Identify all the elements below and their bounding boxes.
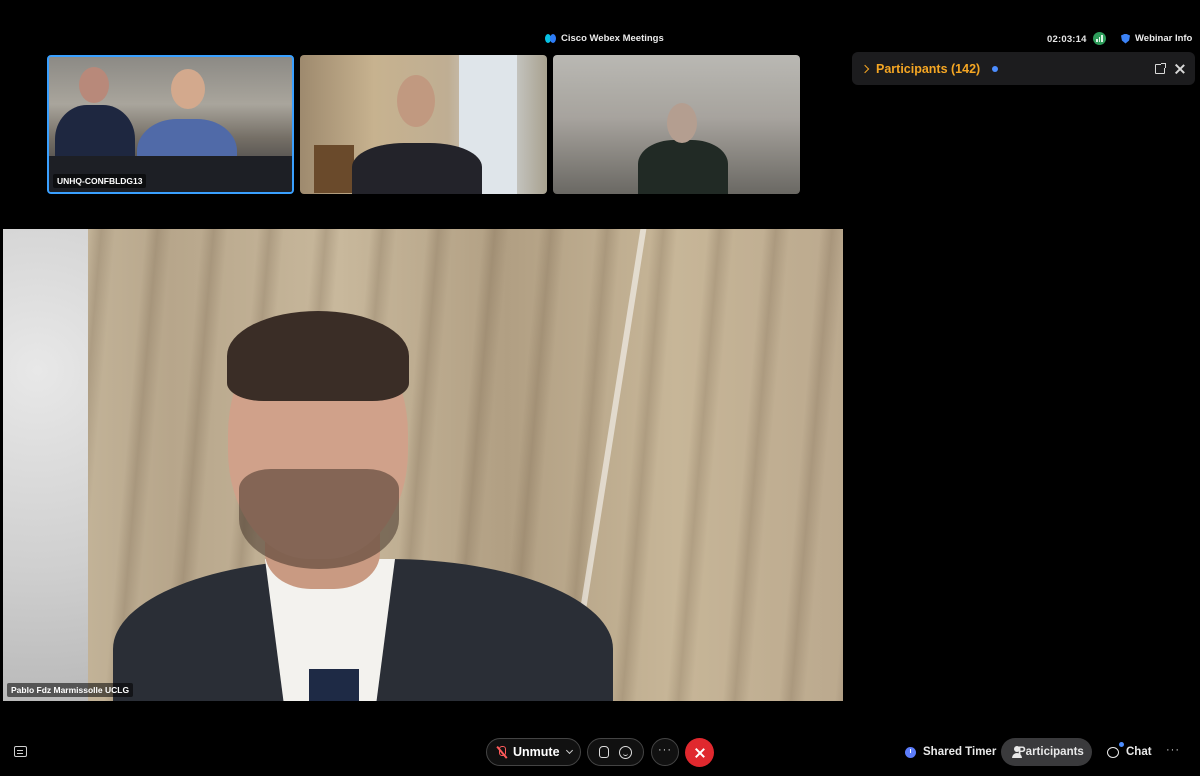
participants-panel-header: Participants (142) <box>852 52 1195 85</box>
network-status-icon[interactable] <box>1093 32 1106 45</box>
wall <box>3 229 88 701</box>
app-title-text: Cisco Webex Meetings <box>561 33 664 44</box>
raise-hand-icon[interactable] <box>599 746 609 758</box>
panel-actions <box>1155 62 1185 74</box>
speaker-hair <box>227 311 409 401</box>
webex-logo-icon <box>545 33 556 44</box>
meeting-timer: 02:03:14 <box>1047 34 1087 45</box>
unmute-label: Unmute <box>513 745 560 759</box>
reactions-group <box>587 738 644 766</box>
notification-dot <box>992 65 999 72</box>
shared-timer-button[interactable]: Shared Timer <box>905 738 996 766</box>
chat-notification-dot <box>1119 742 1124 747</box>
chat-button[interactable]: Chat <box>1107 738 1152 766</box>
bookshelf <box>314 145 354 193</box>
chat-icon <box>1107 746 1119 758</box>
leave-meeting-button[interactable] <box>685 738 714 767</box>
popout-icon[interactable] <box>1155 62 1166 74</box>
speaker-tie <box>309 669 359 701</box>
participant-head <box>171 69 205 109</box>
more-options-label: ··· <box>658 743 672 756</box>
active-speaker-name-label: Pablo Fdz Marmissolle UCLG <box>7 683 134 697</box>
participant-head <box>667 103 697 143</box>
participant-head <box>79 67 109 103</box>
chat-label: Chat <box>1126 746 1152 758</box>
more-options-button[interactable]: ··· <box>651 738 679 766</box>
video-thumbnail-2[interactable] <box>300 55 547 194</box>
participant-figure <box>352 143 482 194</box>
webinar-info-button[interactable]: Webinar Info <box>1121 33 1192 44</box>
close-icon[interactable] <box>1175 64 1185 74</box>
timer-icon <box>905 746 916 758</box>
webinar-info-label: Webinar Info <box>1135 33 1193 44</box>
participant-figure <box>638 140 728 194</box>
overflow-menu-button[interactable]: ··· <box>1166 744 1180 756</box>
participant-head <box>397 75 435 127</box>
shield-icon <box>1121 33 1130 44</box>
mic-off-icon <box>497 745 506 759</box>
speaker-beard <box>239 469 399 569</box>
chevron-right-icon[interactable] <box>860 64 870 73</box>
unmute-button[interactable]: Unmute <box>486 738 581 766</box>
thumbnail-name-label: UNHQ-CONFBLDG13 <box>53 174 147 188</box>
app-title: Cisco Webex Meetings <box>545 33 664 44</box>
chevron-down-icon[interactable] <box>565 746 574 755</box>
participants-button[interactable]: Participants <box>1001 738 1092 766</box>
leave-icon <box>695 748 705 758</box>
video-thumbnail-1[interactable]: UNHQ-CONFBLDG13 <box>47 55 294 194</box>
emoji-icon[interactable] <box>619 745 632 759</box>
video-thumbnail-3[interactable] <box>553 55 800 194</box>
main-video-stage[interactable]: Pablo Fdz Marmissolle UCLG <box>3 229 843 701</box>
participants-panel-title[interactable]: Participants (142) <box>876 62 980 76</box>
captions-icon[interactable] <box>14 746 27 757</box>
shared-timer-label: Shared Timer <box>923 746 997 758</box>
participants-label: Participants <box>1018 746 1084 758</box>
